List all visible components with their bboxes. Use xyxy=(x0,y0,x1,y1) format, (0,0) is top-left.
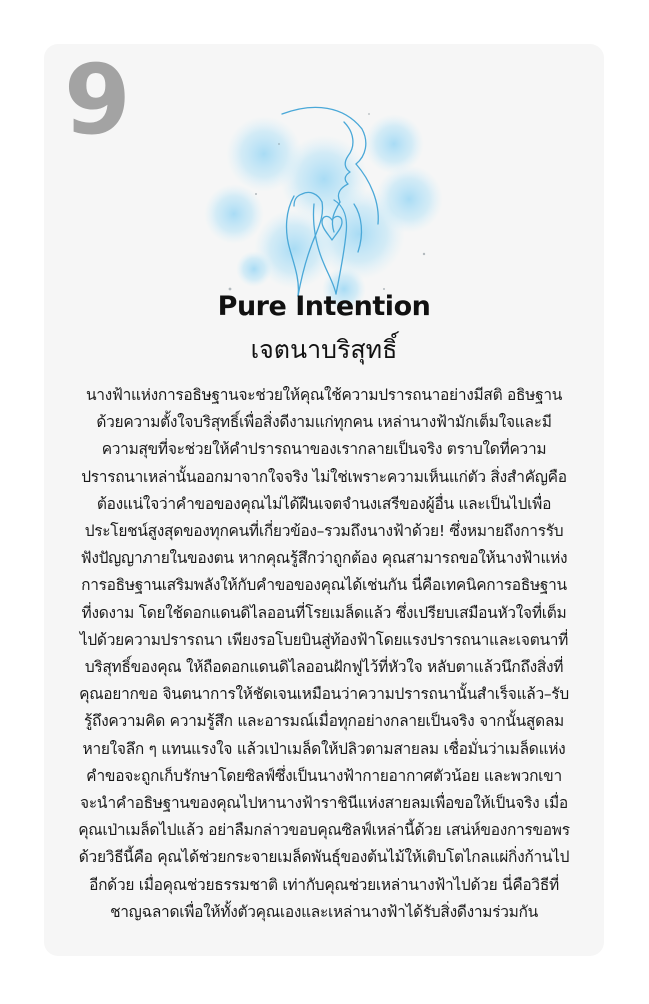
card-subtitle: เจตนาบริสุทธิ์ xyxy=(250,335,398,364)
oracle-card: 9 Pure Intention เจตนาบริสุทธิ์ นางฟ้าแห… xyxy=(44,44,604,956)
card-body-text: นางฟ้าแห่งการอธิษฐานจะช่วยให้คุณใช้ความป… xyxy=(78,386,570,921)
praying-angel-illustration-icon xyxy=(204,106,443,311)
card-number: 9 xyxy=(64,44,131,156)
card-title: Pure Intention xyxy=(217,291,431,322)
